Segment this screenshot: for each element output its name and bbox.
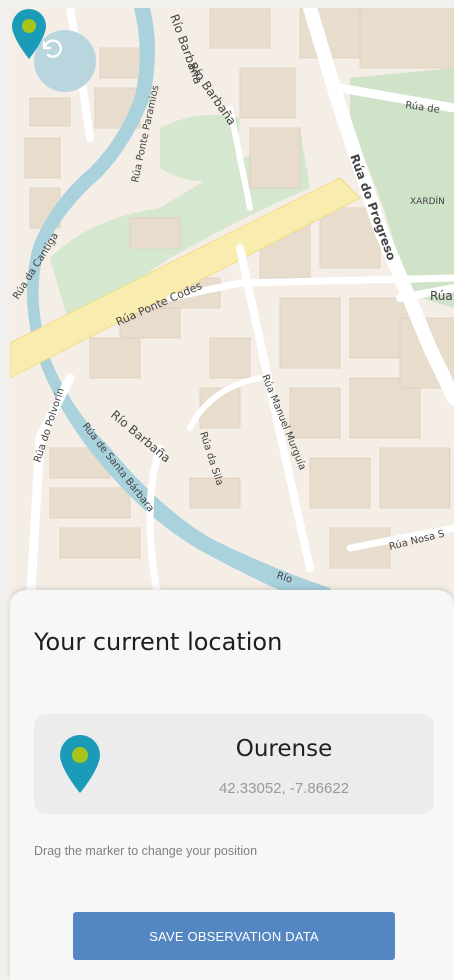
drag-hint: Drag the marker to change your position	[34, 844, 258, 858]
street-label: XARDÍN	[410, 195, 445, 207]
city-name: Ourense	[235, 736, 333, 762]
map-marker-icon	[60, 735, 100, 793]
location-card: Ourense 42.33052, -7.86622	[34, 714, 434, 814]
street-label: Rúa	[430, 289, 453, 303]
map-canvas[interactable]: Río Barbaña Rúa Ponte Paramios Río Barba…	[10, 8, 454, 608]
map-view[interactable]: Río Barbaña Rúa Ponte Paramios Río Barba…	[10, 8, 454, 608]
location-sheet: Your current location Ourense 42.33052, …	[10, 590, 454, 980]
coordinates-text: 42.33052, -7.86622	[218, 780, 350, 797]
sheet-title: Your current location	[34, 628, 283, 656]
map-marker-icon[interactable]	[10, 8, 48, 60]
save-observation-button[interactable]: SAVE OBSERVATION DATA	[73, 912, 395, 960]
